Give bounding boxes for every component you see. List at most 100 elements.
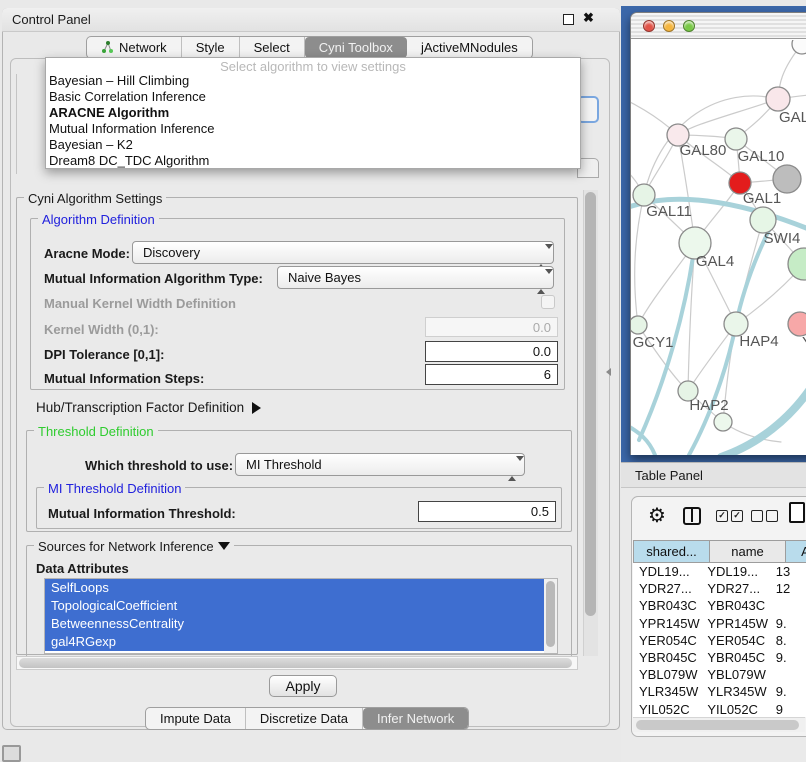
expand-right-icon xyxy=(252,402,261,414)
close-icon[interactable]: ✖ xyxy=(583,10,594,26)
collapse-down-icon xyxy=(218,542,230,550)
tab-network[interactable]: Network xyxy=(87,37,182,58)
column-header[interactable]: A xyxy=(785,540,806,563)
kernel-width-field[interactable]: 0.0 xyxy=(425,317,558,337)
network-edge[interactable] xyxy=(635,195,644,325)
network-node[interactable] xyxy=(714,413,732,431)
table-hscrollbar-thumb[interactable] xyxy=(636,720,799,730)
dpi-tolerance-field[interactable]: 0.0 xyxy=(425,341,558,362)
algorithm-option[interactable]: Bayesian – K2 xyxy=(46,137,580,153)
table-row[interactable]: YDL19...YDL19...13 xyxy=(633,563,806,580)
table-row[interactable]: YBR045CYBR045C9. xyxy=(633,649,806,666)
float-window-icon[interactable] xyxy=(563,14,574,25)
node-label: GAL11 xyxy=(646,203,692,220)
column-header[interactable]: name xyxy=(709,540,785,563)
algorithm-option[interactable]: Basic Correlation Inference xyxy=(46,89,580,105)
zoom-button[interactable] xyxy=(683,20,695,32)
network-node[interactable] xyxy=(725,128,747,150)
node-label: GAL1 xyxy=(743,190,781,207)
apply-button[interactable]: Apply xyxy=(269,675,337,697)
tab-label: Cyni Toolbox xyxy=(319,37,393,58)
aracne-mode-select[interactable]: Discovery xyxy=(132,241,554,264)
network-node[interactable] xyxy=(766,87,790,111)
algorithm-option[interactable]: ARACNE Algorithm xyxy=(46,105,580,121)
desktop-area: GALGAL80GAL10GAL1GAL11SWI4GAL4GCY1HAP4YH… xyxy=(621,6,806,462)
node-label: HAP2 xyxy=(689,397,728,414)
mi-type-select[interactable]: Naive Bayes xyxy=(277,266,554,289)
tab-cyni-toolbox[interactable]: Cyni Toolbox xyxy=(305,37,407,58)
table-cell: YPR145W xyxy=(701,615,769,632)
mi-threshold-field[interactable]: 0.5 xyxy=(418,501,556,522)
table-cell: YPR145W xyxy=(633,615,701,632)
tab-label: Infer Network xyxy=(377,708,454,729)
stepper-icon xyxy=(537,271,546,292)
table-row[interactable]: YER054CYER054C8. xyxy=(633,632,806,649)
tab-impute-data[interactable]: Impute Data xyxy=(146,708,246,729)
network-canvas[interactable]: GALGAL80GAL10GAL1GAL11SWI4GAL4GCY1HAP4YH… xyxy=(631,40,806,455)
algorithm-option[interactable]: Bayesian – Hill Climbing xyxy=(46,73,580,89)
select-all-icon[interactable]: ✓✓ xyxy=(716,510,743,522)
minimized-panel-icon[interactable] xyxy=(2,745,21,762)
tab-infer-network[interactable]: Infer Network xyxy=(363,708,468,729)
manual-kernel-checkbox[interactable] xyxy=(541,295,555,309)
cyni-settings-legend: Cyni Algorithm Settings xyxy=(24,191,166,206)
table-row[interactable]: YPR145WYPR145W9. xyxy=(633,615,806,632)
table-cell: YBL079W xyxy=(701,666,769,683)
new-document-icon[interactable] xyxy=(789,502,805,523)
node-label: GAL10 xyxy=(738,148,785,165)
control-panel-title: Control Panel xyxy=(12,12,91,27)
minimize-button[interactable] xyxy=(663,20,675,32)
node-label: SWI4 xyxy=(764,230,801,247)
tab-discretize-data[interactable]: Discretize Data xyxy=(246,708,363,729)
table-cell: YBR045C xyxy=(701,649,769,666)
table-row[interactable]: YBL079WYBL079W xyxy=(633,666,806,683)
table-cell: YBL079W xyxy=(633,666,701,683)
mi-steps-field[interactable]: 6 xyxy=(425,364,558,385)
attribute-item[interactable]: gal4RGexp xyxy=(45,633,557,651)
threshold-definition-legend: Threshold Definition xyxy=(34,424,158,439)
network-window-titlebar[interactable] xyxy=(631,13,806,39)
mi-threshold-label: Mutual Information Threshold: xyxy=(48,506,236,521)
settings-vscrollbar-thumb[interactable] xyxy=(585,192,596,616)
table-cell: YDL19... xyxy=(633,563,701,580)
algorithm-option[interactable]: Mutual Information Inference xyxy=(46,121,580,137)
attribute-item[interactable]: TopologicalCoefficient xyxy=(45,597,557,615)
panel-collapse-arrow-icon[interactable] xyxy=(606,368,611,376)
mi-steps-label: Mutual Information Steps: xyxy=(44,371,204,386)
column-header[interactable]: shared... xyxy=(633,540,709,563)
network-node[interactable] xyxy=(788,312,806,336)
algorithm-option[interactable]: Dream8 DC_TDC Algorithm xyxy=(46,153,580,169)
network-edge-thick[interactable] xyxy=(721,380,806,455)
which-threshold-label: Which threshold to use: xyxy=(85,458,233,473)
control-panel-titlebar[interactable] xyxy=(2,8,620,32)
hub-definition-label: Hub/Transcription Factor Definition xyxy=(36,400,244,415)
gear-icon[interactable]: ⚙ xyxy=(648,503,666,528)
network-node[interactable] xyxy=(773,165,801,193)
tab-style[interactable]: Style xyxy=(182,37,240,58)
table-row[interactable]: YLR345WYLR345W9. xyxy=(633,683,806,700)
settings-hscrollbar-thumb[interactable] xyxy=(19,658,572,668)
columns-icon[interactable] xyxy=(683,507,701,525)
table-cell: YER054C xyxy=(633,632,701,649)
attributes-scrollbar-thumb[interactable] xyxy=(546,581,555,647)
hub-definition-toggle[interactable]: Hub/Transcription Factor Definition xyxy=(36,400,261,415)
data-attributes-list[interactable]: SelfLoopsTopologicalCoefficientBetweenne… xyxy=(44,578,558,654)
close-button[interactable] xyxy=(643,20,655,32)
attribute-item[interactable]: BetweennessCentrality xyxy=(45,615,557,633)
algorithm-definition-legend: Algorithm Definition xyxy=(38,212,159,227)
network-node[interactable] xyxy=(631,316,647,334)
which-threshold-select[interactable]: MI Threshold xyxy=(235,453,525,476)
network-node[interactable] xyxy=(792,40,806,54)
network-window[interactable]: GALGAL80GAL10GAL1GAL11SWI4GAL4GCY1HAP4YH… xyxy=(630,12,806,455)
table-row[interactable]: YBR043CYBR043C xyxy=(633,597,806,614)
attribute-item[interactable]: SelfLoops xyxy=(45,579,557,597)
tab-jactivemnodules[interactable]: jActiveMNodules xyxy=(407,37,532,58)
table-row[interactable]: YDR27...YDR27...12 xyxy=(633,580,806,597)
deselect-all-icon[interactable] xyxy=(751,510,778,522)
sources-legend[interactable]: Sources for Network Inference xyxy=(34,539,234,554)
table-cell: YDR27... xyxy=(701,580,769,597)
table-row[interactable]: YIL052CYIL052C9 xyxy=(633,701,806,718)
network-edge[interactable] xyxy=(678,99,778,135)
network-node[interactable] xyxy=(788,248,806,280)
tab-select[interactable]: Select xyxy=(240,37,305,58)
